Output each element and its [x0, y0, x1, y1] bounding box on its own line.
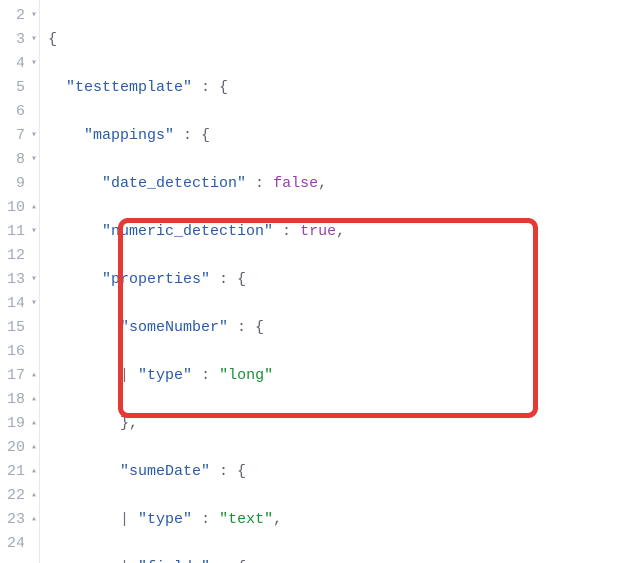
code-line[interactable]: {: [48, 28, 629, 52]
gutter-row[interactable]: 2▾: [0, 4, 39, 28]
fold-icon[interactable]: ▾: [27, 299, 37, 309]
code-line[interactable]: "mappings" : {: [48, 124, 629, 148]
json-bool: true: [300, 223, 336, 240]
gutter-row[interactable]: 22▴: [0, 484, 39, 508]
code-line[interactable]: "someNumber" : {: [48, 316, 629, 340]
json-key: "testtemplate": [66, 79, 192, 96]
line-number: 20: [7, 436, 25, 460]
json-key: "numeric_detection": [102, 223, 273, 240]
line-number: 10: [7, 196, 25, 220]
fold-icon[interactable]: ▴: [27, 491, 37, 501]
code-line[interactable]: "numeric_detection" : true,: [48, 220, 629, 244]
gutter-row[interactable]: 21▴: [0, 460, 39, 484]
json-string: "long": [219, 367, 273, 384]
code-line[interactable]: "properties" : {: [48, 268, 629, 292]
line-number: 11: [7, 220, 25, 244]
line-number: 5: [16, 76, 25, 100]
code-line[interactable]: | "type" : "long": [48, 364, 629, 388]
gutter-row[interactable]: 18▴: [0, 388, 39, 412]
fold-icon[interactable]: ▾: [27, 11, 37, 21]
gutter-row[interactable]: 24: [0, 532, 39, 556]
json-key: "date_detection": [102, 175, 246, 192]
fold-icon[interactable]: ▴: [27, 443, 37, 453]
line-number: 13: [7, 268, 25, 292]
fold-icon[interactable]: ▴: [27, 467, 37, 477]
gutter-row[interactable]: 6: [0, 100, 39, 124]
gutter-row[interactable]: 23▴: [0, 508, 39, 532]
line-number: 16: [7, 340, 25, 364]
line-number: 15: [7, 316, 25, 340]
json-key: "someNumber": [120, 319, 228, 336]
fold-icon[interactable]: ▴: [27, 203, 37, 213]
code-line[interactable]: "date_detection" : false,: [48, 172, 629, 196]
fold-icon[interactable]: ▴: [27, 515, 37, 525]
code-editor: 2▾ 3▾ 4▾ 5 6 7▾ 8▾ 9 10▴ 11▾ 12 13▾ 14▾ …: [0, 0, 629, 563]
json-key: "sumeDate": [120, 463, 210, 480]
line-number: 21: [7, 460, 25, 484]
gutter-row[interactable]: 17▴: [0, 364, 39, 388]
fold-icon[interactable]: ▾: [27, 35, 37, 45]
code-line[interactable]: },: [48, 412, 629, 436]
line-number: 2: [16, 4, 25, 28]
line-number: 7: [16, 124, 25, 148]
fold-icon[interactable]: ▾: [27, 59, 37, 69]
json-key: "fields": [138, 559, 210, 563]
json-key: "type": [138, 367, 192, 384]
line-number: 22: [7, 484, 25, 508]
json-key: "mappings": [84, 127, 174, 144]
gutter-row[interactable]: 9: [0, 172, 39, 196]
gutter-row[interactable]: 10▴: [0, 196, 39, 220]
line-number: 19: [7, 412, 25, 436]
json-key: "properties": [102, 271, 210, 288]
gutter-row[interactable]: 15: [0, 316, 39, 340]
line-number: 6: [16, 100, 25, 124]
gutter-row[interactable]: 20▴: [0, 436, 39, 460]
json-string: "text": [219, 511, 273, 528]
line-number: 23: [7, 508, 25, 532]
fold-icon[interactable]: ▴: [27, 419, 37, 429]
code-line[interactable]: | "fields" : {: [48, 556, 629, 563]
line-number: 4: [16, 52, 25, 76]
fold-icon[interactable]: ▾: [27, 131, 37, 141]
json-bool: false: [273, 175, 318, 192]
line-number: 14: [7, 292, 25, 316]
line-number: 3: [16, 28, 25, 52]
gutter-row[interactable]: 13▾: [0, 268, 39, 292]
gutter-row[interactable]: 11▾: [0, 220, 39, 244]
code-line[interactable]: "sumeDate" : {: [48, 460, 629, 484]
gutter-row[interactable]: 5: [0, 76, 39, 100]
line-number: 8: [16, 148, 25, 172]
gutter-row[interactable]: 8▾: [0, 148, 39, 172]
json-key: "type": [138, 511, 192, 528]
fold-icon[interactable]: ▾: [27, 155, 37, 165]
code-line[interactable]: | "type" : "text",: [48, 508, 629, 532]
line-number: 17: [7, 364, 25, 388]
gutter-row[interactable]: 12: [0, 244, 39, 268]
fold-icon[interactable]: ▴: [27, 395, 37, 405]
gutter-row[interactable]: 16: [0, 340, 39, 364]
gutter-row[interactable]: 14▾: [0, 292, 39, 316]
line-number-gutter: 2▾ 3▾ 4▾ 5 6 7▾ 8▾ 9 10▴ 11▾ 12 13▾ 14▾ …: [0, 0, 40, 563]
line-number: 12: [7, 244, 25, 268]
fold-icon[interactable]: ▾: [27, 227, 37, 237]
fold-icon[interactable]: ▾: [27, 275, 37, 285]
code-area[interactable]: { "testtemplate" : { "mappings" : { "dat…: [40, 0, 629, 563]
line-number: 18: [7, 388, 25, 412]
code-line[interactable]: "testtemplate" : {: [48, 76, 629, 100]
gutter-row[interactable]: 3▾: [0, 28, 39, 52]
line-number: 24: [7, 532, 25, 556]
gutter-row[interactable]: 4▾: [0, 52, 39, 76]
line-number: 9: [16, 172, 25, 196]
gutter-row[interactable]: 7▾: [0, 124, 39, 148]
fold-icon[interactable]: ▴: [27, 371, 37, 381]
gutter-row[interactable]: 19▴: [0, 412, 39, 436]
